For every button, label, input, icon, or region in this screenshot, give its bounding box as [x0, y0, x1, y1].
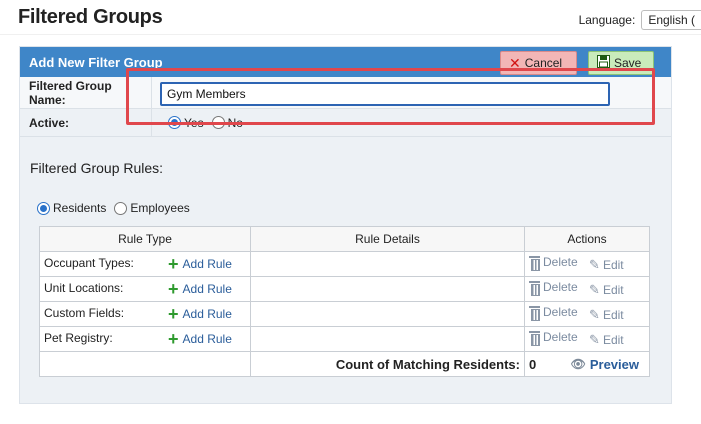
col-rule-details: Rule Details [250, 226, 525, 252]
panel-header-title: Add New Filter Group [29, 55, 163, 70]
rules-title: Filtered Group Rules: [30, 160, 164, 176]
employees-label[interactable]: Employees [130, 201, 189, 215]
employees-radio[interactable] [114, 201, 128, 215]
add-rule-button[interactable]: + Add Rule [168, 329, 232, 349]
matching-count-value: 0 [529, 356, 537, 372]
delete-button[interactable]: Delete [529, 305, 578, 321]
pencil-icon: ✎ [589, 331, 600, 347]
language-control: Language: English ( [579, 10, 701, 30]
trash-icon [529, 255, 540, 271]
plus-icon: + [168, 254, 179, 274]
rule-type-label: Occupant Types: [44, 256, 134, 270]
rules-table-header: Rule Type Rule Details Actions [39, 226, 650, 252]
residents-radio[interactable] [37, 201, 50, 215]
group-name-label: Filtered Group Name: [20, 77, 152, 108]
page-title: Filtered Groups [18, 6, 163, 28]
active-radio-group: Yes No [168, 109, 251, 136]
table-row: Custom Fields: + Add Rule Delete ✎ Edit [39, 301, 650, 327]
active-label: Active: [20, 109, 152, 136]
delete-label: Delete [543, 255, 578, 270]
table-row: Occupant Types: + Add Rule Delete ✎ Edit [39, 251, 650, 277]
table-row: Unit Locations: + Add Rule Delete ✎ Edit [39, 276, 650, 302]
add-rule-label: Add Rule [182, 282, 232, 296]
add-rule-label: Add Rule [182, 332, 232, 346]
col-rule-type: Rule Type [39, 226, 251, 252]
preview-button[interactable]: 👁 Preview [571, 357, 639, 372]
delete-label: Delete [543, 280, 578, 295]
pencil-icon: ✎ [589, 256, 600, 272]
residents-label[interactable]: Residents [53, 201, 106, 215]
matching-count-label: Count of Matching Residents: [250, 351, 525, 377]
delete-label: Delete [543, 305, 578, 320]
add-rule-button[interactable]: + Add Rule [168, 304, 232, 324]
count-spacer-cell [39, 351, 251, 377]
preview-label: Preview [589, 356, 639, 372]
group-name-input[interactable] [160, 82, 610, 106]
rule-type-cell: Pet Registry: + Add Rule [39, 326, 251, 352]
rule-type-cell: Unit Locations: + Add Rule [39, 276, 251, 302]
actions-cell: Delete ✎ Edit [524, 326, 650, 352]
rule-type-label: Pet Registry: [44, 331, 113, 345]
language-label: Language: [578, 13, 636, 27]
cancel-button-label: Cancel [524, 56, 563, 70]
edit-button[interactable]: ✎ Edit [589, 332, 624, 348]
rule-type-cell: Custom Fields: + Add Rule [39, 301, 251, 327]
rule-type-cell: Occupant Types: + Add Rule [39, 251, 251, 277]
matching-count-cell: 0 👁 Preview [524, 351, 650, 377]
delete-button[interactable]: Delete [529, 255, 578, 271]
plus-icon: + [168, 329, 179, 349]
count-row: Count of Matching Residents: 0 👁 Preview [39, 351, 650, 377]
rule-details-cell [250, 251, 525, 277]
edit-button[interactable]: ✎ Edit [589, 257, 624, 273]
rule-details-cell [250, 301, 525, 327]
add-rule-label: Add Rule [182, 257, 232, 271]
delete-label: Delete [543, 330, 578, 345]
actions-cell: Delete ✎ Edit [524, 251, 650, 277]
edit-label: Edit [602, 307, 624, 322]
active-row: Active: Yes No [20, 109, 671, 137]
header-divider [0, 34, 701, 35]
table-row: Pet Registry: + Add Rule Delete ✎ Edit [39, 326, 650, 352]
add-rule-button[interactable]: + Add Rule [168, 279, 232, 299]
rules-table: Rule Type Rule Details Actions Occupant … [39, 226, 650, 377]
pencil-icon: ✎ [589, 281, 600, 297]
edit-label: Edit [602, 282, 624, 297]
add-rule-label: Add Rule [182, 307, 232, 321]
active-yes-label[interactable]: Yes [184, 116, 204, 130]
eye-icon: 👁 [570, 357, 586, 371]
trash-icon [529, 280, 540, 296]
active-yes-radio[interactable] [168, 116, 181, 129]
col-actions: Actions [524, 226, 650, 252]
actions-cell: Delete ✎ Edit [524, 276, 650, 302]
delete-button[interactable]: Delete [529, 330, 578, 346]
floppy-disk-icon [597, 55, 610, 71]
trash-icon [529, 330, 540, 346]
edit-label: Edit [602, 332, 624, 347]
trash-icon [529, 305, 540, 321]
rule-type-label: Custom Fields: [44, 306, 125, 320]
scope-radio-group: Residents Employees [37, 200, 198, 216]
plus-icon: + [168, 304, 179, 324]
edit-button[interactable]: ✎ Edit [589, 307, 624, 323]
active-no-label[interactable]: No [228, 116, 243, 130]
group-name-row: Filtered Group Name: [20, 77, 671, 109]
delete-button[interactable]: Delete [529, 280, 578, 296]
pencil-icon: ✎ [589, 306, 600, 322]
close-x-icon: ✕ [509, 54, 521, 71]
add-rule-button[interactable]: + Add Rule [168, 254, 232, 274]
edit-button[interactable]: ✎ Edit [589, 282, 624, 298]
edit-label: Edit [602, 257, 624, 272]
save-button[interactable]: Save [588, 51, 654, 75]
save-button-label: Save [614, 56, 642, 70]
active-no-radio[interactable] [211, 116, 225, 129]
rule-details-cell [250, 326, 525, 352]
language-select[interactable]: English ( [641, 10, 701, 30]
actions-cell: Delete ✎ Edit [524, 301, 650, 327]
cancel-button[interactable]: ✕ Cancel [500, 51, 577, 75]
rule-type-label: Unit Locations: [44, 281, 124, 295]
plus-icon: + [168, 279, 179, 299]
rule-details-cell [250, 276, 525, 302]
